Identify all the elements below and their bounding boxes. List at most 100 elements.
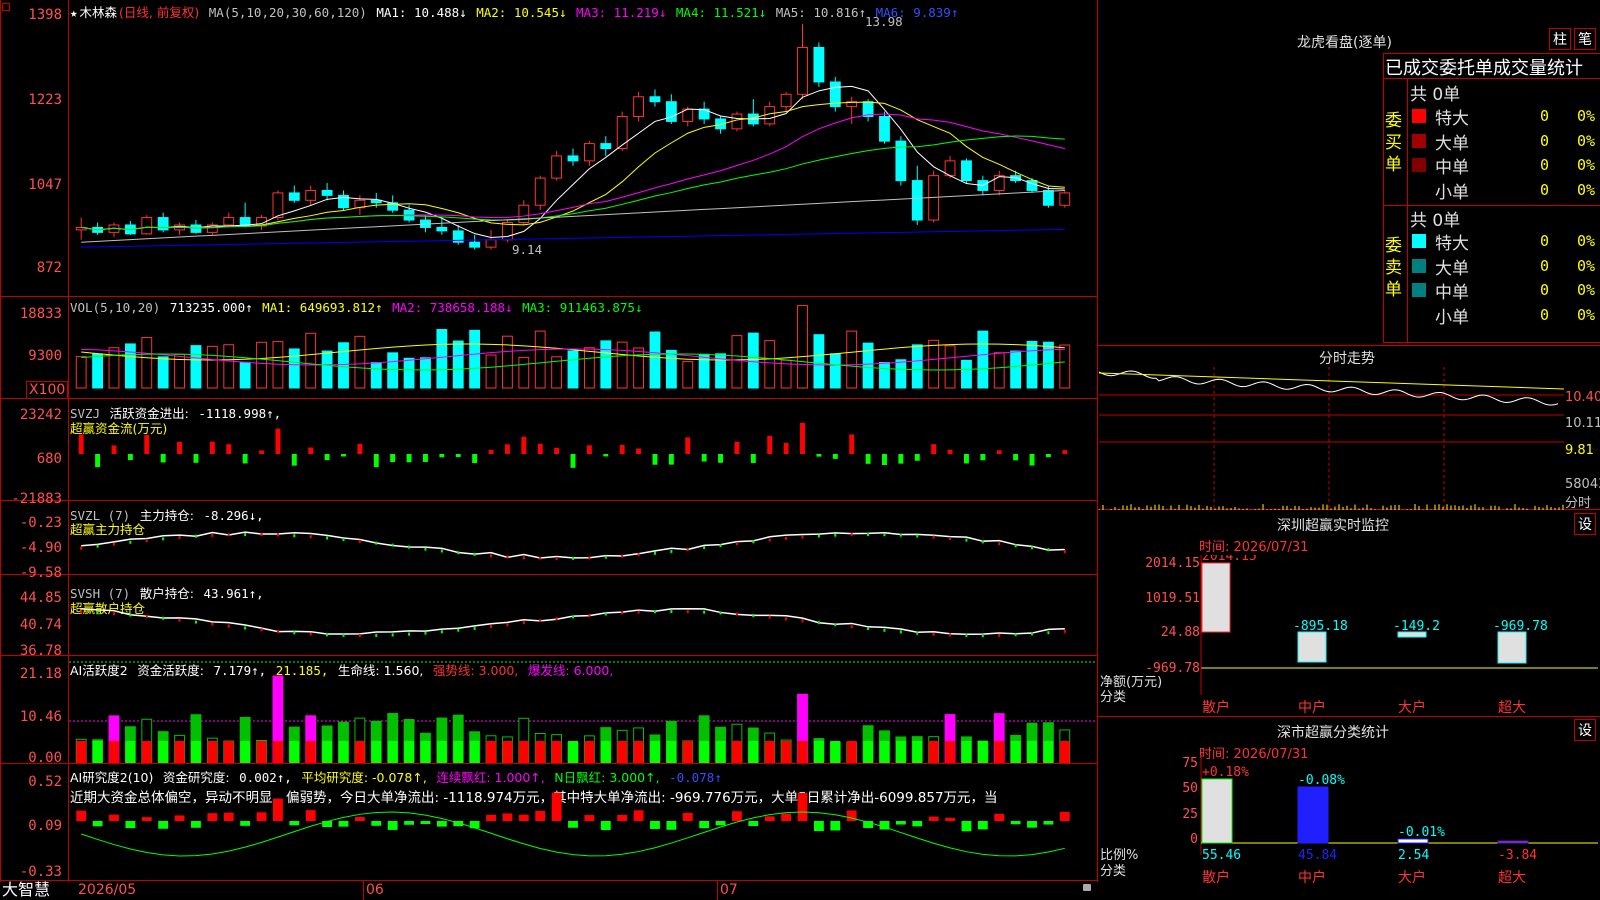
tick-mark xyxy=(326,633,329,637)
tick-mark xyxy=(1031,632,1034,636)
tick-mark xyxy=(162,537,165,541)
tick-mark xyxy=(703,610,706,614)
flow-bar xyxy=(980,454,986,461)
sell-total: 共 0单 xyxy=(1410,211,1461,231)
tick-mark xyxy=(457,551,460,555)
tick-mark xyxy=(588,613,591,617)
svzj-chart[interactable] xyxy=(69,399,1097,500)
svsh-chart[interactable] xyxy=(69,575,1097,655)
flow-bar xyxy=(718,454,723,463)
activity-base xyxy=(1027,741,1037,763)
tick-mark xyxy=(785,536,788,540)
activity-base xyxy=(174,741,185,763)
tick-mark xyxy=(342,633,345,637)
volume-bar xyxy=(633,347,644,389)
activity-base xyxy=(453,741,464,763)
candle xyxy=(600,143,612,150)
tick-mark xyxy=(850,625,853,629)
tick-mark xyxy=(588,556,591,560)
order-count: 0 xyxy=(1540,131,1550,150)
activity-base xyxy=(682,741,693,763)
activity-base xyxy=(600,741,611,763)
flow-bar xyxy=(947,449,953,454)
activity-base xyxy=(650,741,660,763)
flow-bar xyxy=(455,454,461,458)
candle xyxy=(436,226,448,232)
research-bar xyxy=(928,816,939,821)
candle xyxy=(305,189,317,201)
flow-bar xyxy=(423,454,428,462)
tick-mark xyxy=(358,539,361,543)
flow-bar xyxy=(619,444,625,454)
volume-bar xyxy=(649,331,661,389)
date-label: 06 xyxy=(366,882,384,898)
sz-class-chart[interactable]: 75 50 25 0 +0.18% 55.46 散户 -0.08% 45.84 中户 -0.01% 2… xyxy=(1098,755,1600,900)
sell-side-label: 委卖单 xyxy=(1385,236,1402,300)
tick-mark xyxy=(719,611,722,615)
activity-base xyxy=(945,741,955,763)
svzl-chart[interactable] xyxy=(69,501,1097,574)
ai2-chart[interactable] xyxy=(69,764,1097,880)
activity-base xyxy=(617,741,628,763)
volume-bar xyxy=(387,352,399,389)
flow-bar xyxy=(636,448,642,454)
volume-bar xyxy=(239,361,251,389)
tick-mark xyxy=(883,628,886,632)
flow-bar xyxy=(734,441,740,454)
research-bar xyxy=(682,812,693,821)
activity-base xyxy=(699,741,710,763)
volume-bar xyxy=(305,332,317,389)
tick-mark xyxy=(112,542,115,546)
y-tick: 0 xyxy=(1190,832,1198,847)
volume-bar xyxy=(764,340,776,389)
tick-mark xyxy=(194,534,197,538)
intraday-chart[interactable] xyxy=(1099,367,1564,510)
flow-bar xyxy=(439,454,445,458)
kline-chart[interactable] xyxy=(69,0,1097,296)
volume-bar xyxy=(223,344,235,389)
settings-button[interactable]: 设 xyxy=(1574,719,1596,741)
research-bar xyxy=(273,798,283,821)
tick-mark xyxy=(440,630,443,634)
column-view-button[interactable]: 柱 xyxy=(1549,28,1571,50)
volume-chart[interactable] xyxy=(69,297,1097,398)
lock-icon[interactable] xyxy=(1083,884,1091,891)
research-bar xyxy=(76,810,87,821)
volume-bar xyxy=(747,332,759,389)
flow-bar xyxy=(209,441,215,454)
research-bar xyxy=(1059,811,1070,821)
tick-mark xyxy=(260,533,263,537)
flow-bar xyxy=(127,454,133,461)
volume-bar xyxy=(370,362,382,389)
research-bar xyxy=(535,810,546,821)
research-bar xyxy=(174,815,185,821)
flow-bar xyxy=(291,454,297,466)
activity-base xyxy=(338,741,349,763)
volume-bar xyxy=(534,330,546,389)
flow-bar xyxy=(914,454,920,461)
y-tick: 44.85 xyxy=(19,590,62,606)
date-label: 2026/05 xyxy=(78,882,137,898)
research-bar xyxy=(994,813,1005,821)
y-tick: 1398 xyxy=(28,7,62,23)
volume-bar xyxy=(993,352,1005,389)
high-price-label: 13.98 xyxy=(865,14,903,29)
ai1-chart[interactable] xyxy=(69,656,1097,763)
tick-mark xyxy=(539,619,542,623)
y-tick: 680 xyxy=(36,451,62,467)
activity-base xyxy=(322,741,333,763)
y-tick: -969.78 xyxy=(1145,661,1200,676)
sz-monitor-title: 深圳超赢实时监控 xyxy=(1277,518,1389,534)
candle xyxy=(879,115,890,142)
research-bar xyxy=(551,792,562,821)
candle xyxy=(583,143,595,162)
research-bar xyxy=(781,813,792,821)
volume-bar xyxy=(797,305,808,389)
tick-view-button[interactable]: 笔 xyxy=(1574,28,1596,50)
research-bar xyxy=(1043,821,1054,825)
avg-line xyxy=(1099,372,1564,390)
settings-button[interactable]: 设 xyxy=(1574,513,1596,535)
vol-unit-button[interactable]: X100 xyxy=(26,381,69,399)
sz-monitor-chart[interactable]: 2014.15 1019.51 24.88 -969.78 2014.15 散户 -895.… xyxy=(1098,555,1600,715)
tick-mark xyxy=(112,612,115,616)
